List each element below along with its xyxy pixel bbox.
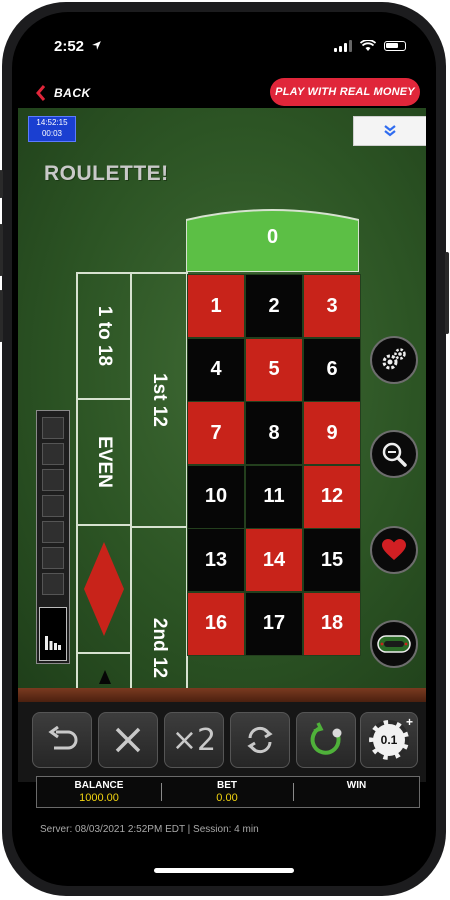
number-cell-12[interactable]: 12: [303, 464, 361, 529]
statistics-button[interactable]: [39, 607, 67, 661]
screen: 2:52 BACK PLAY WITH REAL MONEY 14:52:15 …: [12, 12, 436, 886]
back-button[interactable]: BACK: [36, 85, 91, 101]
zoom-magnifier-icon: [382, 442, 407, 467]
clock-time: 14:52:15: [36, 118, 68, 127]
info-bar: BALANCE 1000.00 BET 0.00 WIN: [36, 776, 420, 808]
number-cell-6[interactable]: 6: [303, 337, 361, 402]
clear-x-icon: [115, 727, 141, 753]
power-button: [445, 252, 449, 334]
number-cell-14[interactable]: 14: [245, 528, 303, 592]
bet-black[interactable]: [76, 652, 132, 688]
settings-gears-icon: [382, 348, 406, 370]
number-cell-16[interactable]: 16: [187, 591, 245, 656]
number-cell-1[interactable]: 1: [187, 274, 245, 338]
game-area: 14:52:15 00:03 ROULETTE! 0 1 to 18 EVEN: [18, 108, 426, 688]
zero-cell[interactable]: [186, 206, 359, 272]
menu-dropdown-button[interactable]: [353, 116, 426, 146]
play-real-money-button[interactable]: PLAY WITH REAL MONEY: [270, 78, 420, 106]
game-clock: 14:52:15 00:03: [28, 116, 76, 142]
plus-icon: +: [405, 715, 413, 729]
history-slot: [42, 573, 64, 595]
status-time: 2:52: [54, 38, 102, 55]
bet-display: BET 0.00: [162, 777, 292, 807]
number-cell-17[interactable]: 17: [245, 591, 303, 656]
number-cell-9[interactable]: 9: [303, 401, 361, 465]
history-slot: [42, 495, 64, 517]
chip-value-label: 0.1: [380, 733, 398, 747]
undo-icon: [48, 726, 78, 750]
bet-even-label: EVEN: [94, 436, 115, 488]
history-slot: [42, 469, 64, 491]
favorites-button[interactable]: [370, 526, 418, 574]
number-cell-3[interactable]: 3: [303, 274, 361, 338]
volume-up-button: [0, 224, 3, 276]
double-bets-button[interactable]: ×2: [164, 712, 224, 768]
controls-bar: ×2 0.1 +: [18, 702, 426, 782]
number-cell-10[interactable]: 10: [187, 464, 245, 529]
bet-even[interactable]: EVEN: [76, 398, 132, 526]
win-display: WIN: [294, 777, 419, 807]
clock-elapsed: 00:03: [41, 129, 63, 138]
status-icons: [334, 40, 406, 52]
bet-red[interactable]: [76, 524, 132, 654]
number-cell-2[interactable]: 2: [245, 274, 303, 338]
history-panel: [36, 410, 70, 664]
favorites-heart-icon: [382, 539, 406, 560]
history-slot: [42, 443, 64, 465]
home-indicator[interactable]: [154, 868, 294, 873]
balance-label: BALANCE: [74, 780, 124, 791]
number-cell-13[interactable]: 13: [187, 528, 245, 592]
bet-2nd-12[interactable]: 2nd 12: [130, 526, 188, 688]
zoom-button[interactable]: [370, 430, 418, 478]
bet-2nd-12-label: 2nd 12: [149, 617, 170, 678]
number-cell-5[interactable]: 5: [245, 337, 303, 402]
back-label: BACK: [54, 86, 91, 100]
rebet-refresh-icon: [247, 726, 273, 754]
spin-button[interactable]: [296, 712, 356, 768]
undo-button[interactable]: [32, 712, 92, 768]
number-cell-15[interactable]: 15: [303, 528, 361, 592]
balance-display: BALANCE 1000.00: [37, 777, 161, 807]
bar-chart-icon: [45, 636, 61, 650]
chip-selector-button[interactable]: 0.1 +: [360, 712, 418, 768]
server-info: Server: 08/03/2021 2:52PM EDT | Session:…: [40, 824, 259, 835]
phone-frame: 2:52 BACK PLAY WITH REAL MONEY 14:52:15 …: [0, 2, 449, 896]
bet-1st-12-label: 1st 12: [149, 373, 170, 427]
number-cell-7[interactable]: 7: [187, 401, 245, 465]
racetrack-button[interactable]: [370, 620, 418, 668]
cellular-signal-icon: [334, 40, 352, 52]
history-slot: [42, 521, 64, 543]
history-slot: [42, 547, 64, 569]
history-slot: [42, 417, 64, 439]
bet-label: BET: [217, 780, 237, 791]
game-title: ROULETTE!: [44, 162, 169, 185]
volume-down-button: [0, 290, 3, 342]
settings-button[interactable]: [370, 336, 418, 384]
number-cell-11[interactable]: 11: [245, 464, 303, 529]
location-arrow-icon: [92, 41, 102, 50]
number-cell-8[interactable]: 8: [245, 401, 303, 465]
rebet-button[interactable]: [230, 712, 290, 768]
bet-1st-12[interactable]: 1st 12: [130, 272, 188, 528]
number-cell-4[interactable]: 4: [187, 337, 245, 402]
bet-1-to-18-label: 1 to 18: [94, 305, 115, 367]
spin-icon: [310, 722, 342, 755]
mute-switch: [0, 170, 3, 198]
black-diamond-icon: [99, 670, 111, 684]
red-diamond-icon: [84, 542, 124, 636]
chip-value-icon: 0.1: [369, 720, 409, 760]
wifi-icon: [360, 40, 376, 51]
chevron-left-icon: [36, 85, 46, 101]
double-chevron-down-icon: [384, 125, 396, 137]
balance-value: 1000.00: [79, 792, 119, 804]
table-rail: [18, 688, 426, 702]
win-label: WIN: [346, 780, 367, 791]
number-cell-18[interactable]: 18: [303, 591, 361, 656]
battery-icon: [384, 41, 406, 51]
bet-value: 0.00: [216, 792, 238, 804]
double-x2-icon: ×2: [171, 722, 217, 758]
bet-1-to-18[interactable]: 1 to 18: [76, 272, 132, 400]
racetrack-icon: [377, 635, 411, 653]
clear-bets-button[interactable]: [98, 712, 158, 768]
